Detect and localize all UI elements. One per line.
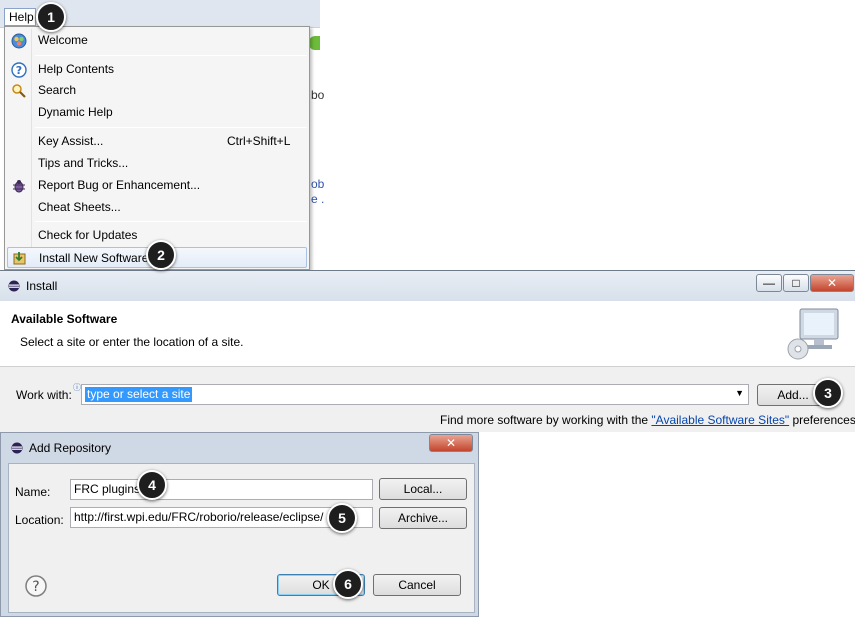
menu-item-tips-and-tricks[interactable]: Tips and Tricks... <box>7 153 307 174</box>
install-header-panel: Available Software Select a site or ente… <box>0 301 855 367</box>
bug-icon <box>13 180 25 193</box>
find-more-text: Find more software by working with the "… <box>440 413 855 427</box>
menu-item-label: Key Assist... <box>38 134 104 148</box>
dialog-close-button[interactable]: ✕ <box>429 434 473 452</box>
run-icon <box>309 36 320 50</box>
info-icon: ⓘ <box>73 383 81 392</box>
menu-item-label: Report Bug or Enhancement... <box>38 178 201 192</box>
background-text-fragment: bo <box>311 88 325 102</box>
close-button[interactable]: ✕ <box>810 274 854 292</box>
menu-item-label: Cheat Sheets... <box>38 200 121 214</box>
eclipse-icon <box>8 280 20 292</box>
header-title: Available Software <box>11 312 118 326</box>
work-with-input[interactable]: type or select a site <box>85 387 193 402</box>
callout-marker: 3 <box>813 378 843 408</box>
dropdown-arrow-icon[interactable]: ▼ <box>735 388 744 398</box>
menu-item-report-bug[interactable]: Report Bug or Enhancement... <box>7 175 307 196</box>
add-repository-title: Add Repository <box>29 441 112 455</box>
menu-item-dynamic-help[interactable]: Dynamic Help <box>7 102 307 123</box>
menu-separator <box>35 221 307 222</box>
search-icon <box>12 84 26 98</box>
minimize-button[interactable]: — <box>756 274 782 292</box>
work-with-combo[interactable]: type or select a site ▼ <box>81 384 749 405</box>
add-repository-body: Name: FRC plugins Local... Location: htt… <box>8 463 475 613</box>
eclipse-icon <box>11 442 23 454</box>
svg-text:?: ? <box>32 579 39 595</box>
find-more-suffix: preferences. <box>789 413 855 427</box>
help-menu-dropdown: Welcome ? Help Contents Search Dynamic H… <box>4 26 310 270</box>
callout-marker: 5 <box>327 503 357 533</box>
svg-text:?: ? <box>16 64 22 77</box>
menu-item-label: Install New Software... <box>39 251 159 265</box>
available-software-sites-link[interactable]: "Available Software Sites" <box>651 413 789 427</box>
install-software-icon <box>13 252 26 265</box>
computer-monitor-icon <box>787 308 839 360</box>
name-input[interactable]: FRC plugins <box>70 479 373 500</box>
cancel-button[interactable]: Cancel <box>373 574 461 596</box>
help-question-icon[interactable]: ? <box>25 575 47 597</box>
callout-marker: 1 <box>36 2 66 32</box>
local-button[interactable]: Local... <box>379 478 467 500</box>
install-title-bar: Install — □ ✕ <box>0 271 855 301</box>
callout-marker: 4 <box>137 470 167 500</box>
name-label: Name: <box>15 485 51 499</box>
welcome-icon <box>11 33 27 49</box>
menu-separator <box>35 127 307 128</box>
menu-item-cheat-sheets[interactable]: Cheat Sheets... <box>7 197 307 218</box>
header-subtitle: Select a site or enter the location of a… <box>20 335 244 349</box>
menu-item-label: Help Contents <box>38 62 115 76</box>
menu-separator <box>35 55 307 56</box>
menu-item-shortcut: Ctrl+Shift+L <box>227 134 291 148</box>
menu-item-label: Dynamic Help <box>38 105 113 119</box>
help-question-icon: ? <box>11 62 27 78</box>
menu-item-welcome[interactable]: Welcome <box>7 30 307 51</box>
menu-item-key-assist[interactable]: Key Assist... Ctrl+Shift+L <box>7 131 307 152</box>
location-label: Location: <box>15 513 64 527</box>
menu-item-label: Check for Updates <box>38 228 138 242</box>
menu-item-label: Tips and Tricks... <box>38 156 129 170</box>
background-link-fragment: e . <box>311 192 325 206</box>
maximize-button[interactable]: □ <box>783 274 809 292</box>
callout-marker: 2 <box>146 240 176 270</box>
help-menu-title[interactable]: Help <box>4 8 36 26</box>
menu-item-label: Welcome <box>38 33 88 47</box>
install-window-title: Install <box>26 279 58 293</box>
archive-button[interactable]: Archive... <box>379 507 467 529</box>
menu-item-label: Search <box>38 83 77 97</box>
work-with-label: Work with: <box>16 388 72 402</box>
find-more-prefix: Find more software by working with the <box>440 413 652 427</box>
menu-item-help-contents[interactable]: ? Help Contents <box>7 59 307 80</box>
callout-marker: 6 <box>333 569 363 599</box>
install-window: Install — □ ✕ Available Software Select … <box>0 270 855 432</box>
add-repository-dialog: Add Repository ✕ Name: FRC plugins Local… <box>0 432 479 617</box>
menu-item-search[interactable]: Search <box>7 80 307 101</box>
background-link-fragment: ob <box>311 177 325 191</box>
